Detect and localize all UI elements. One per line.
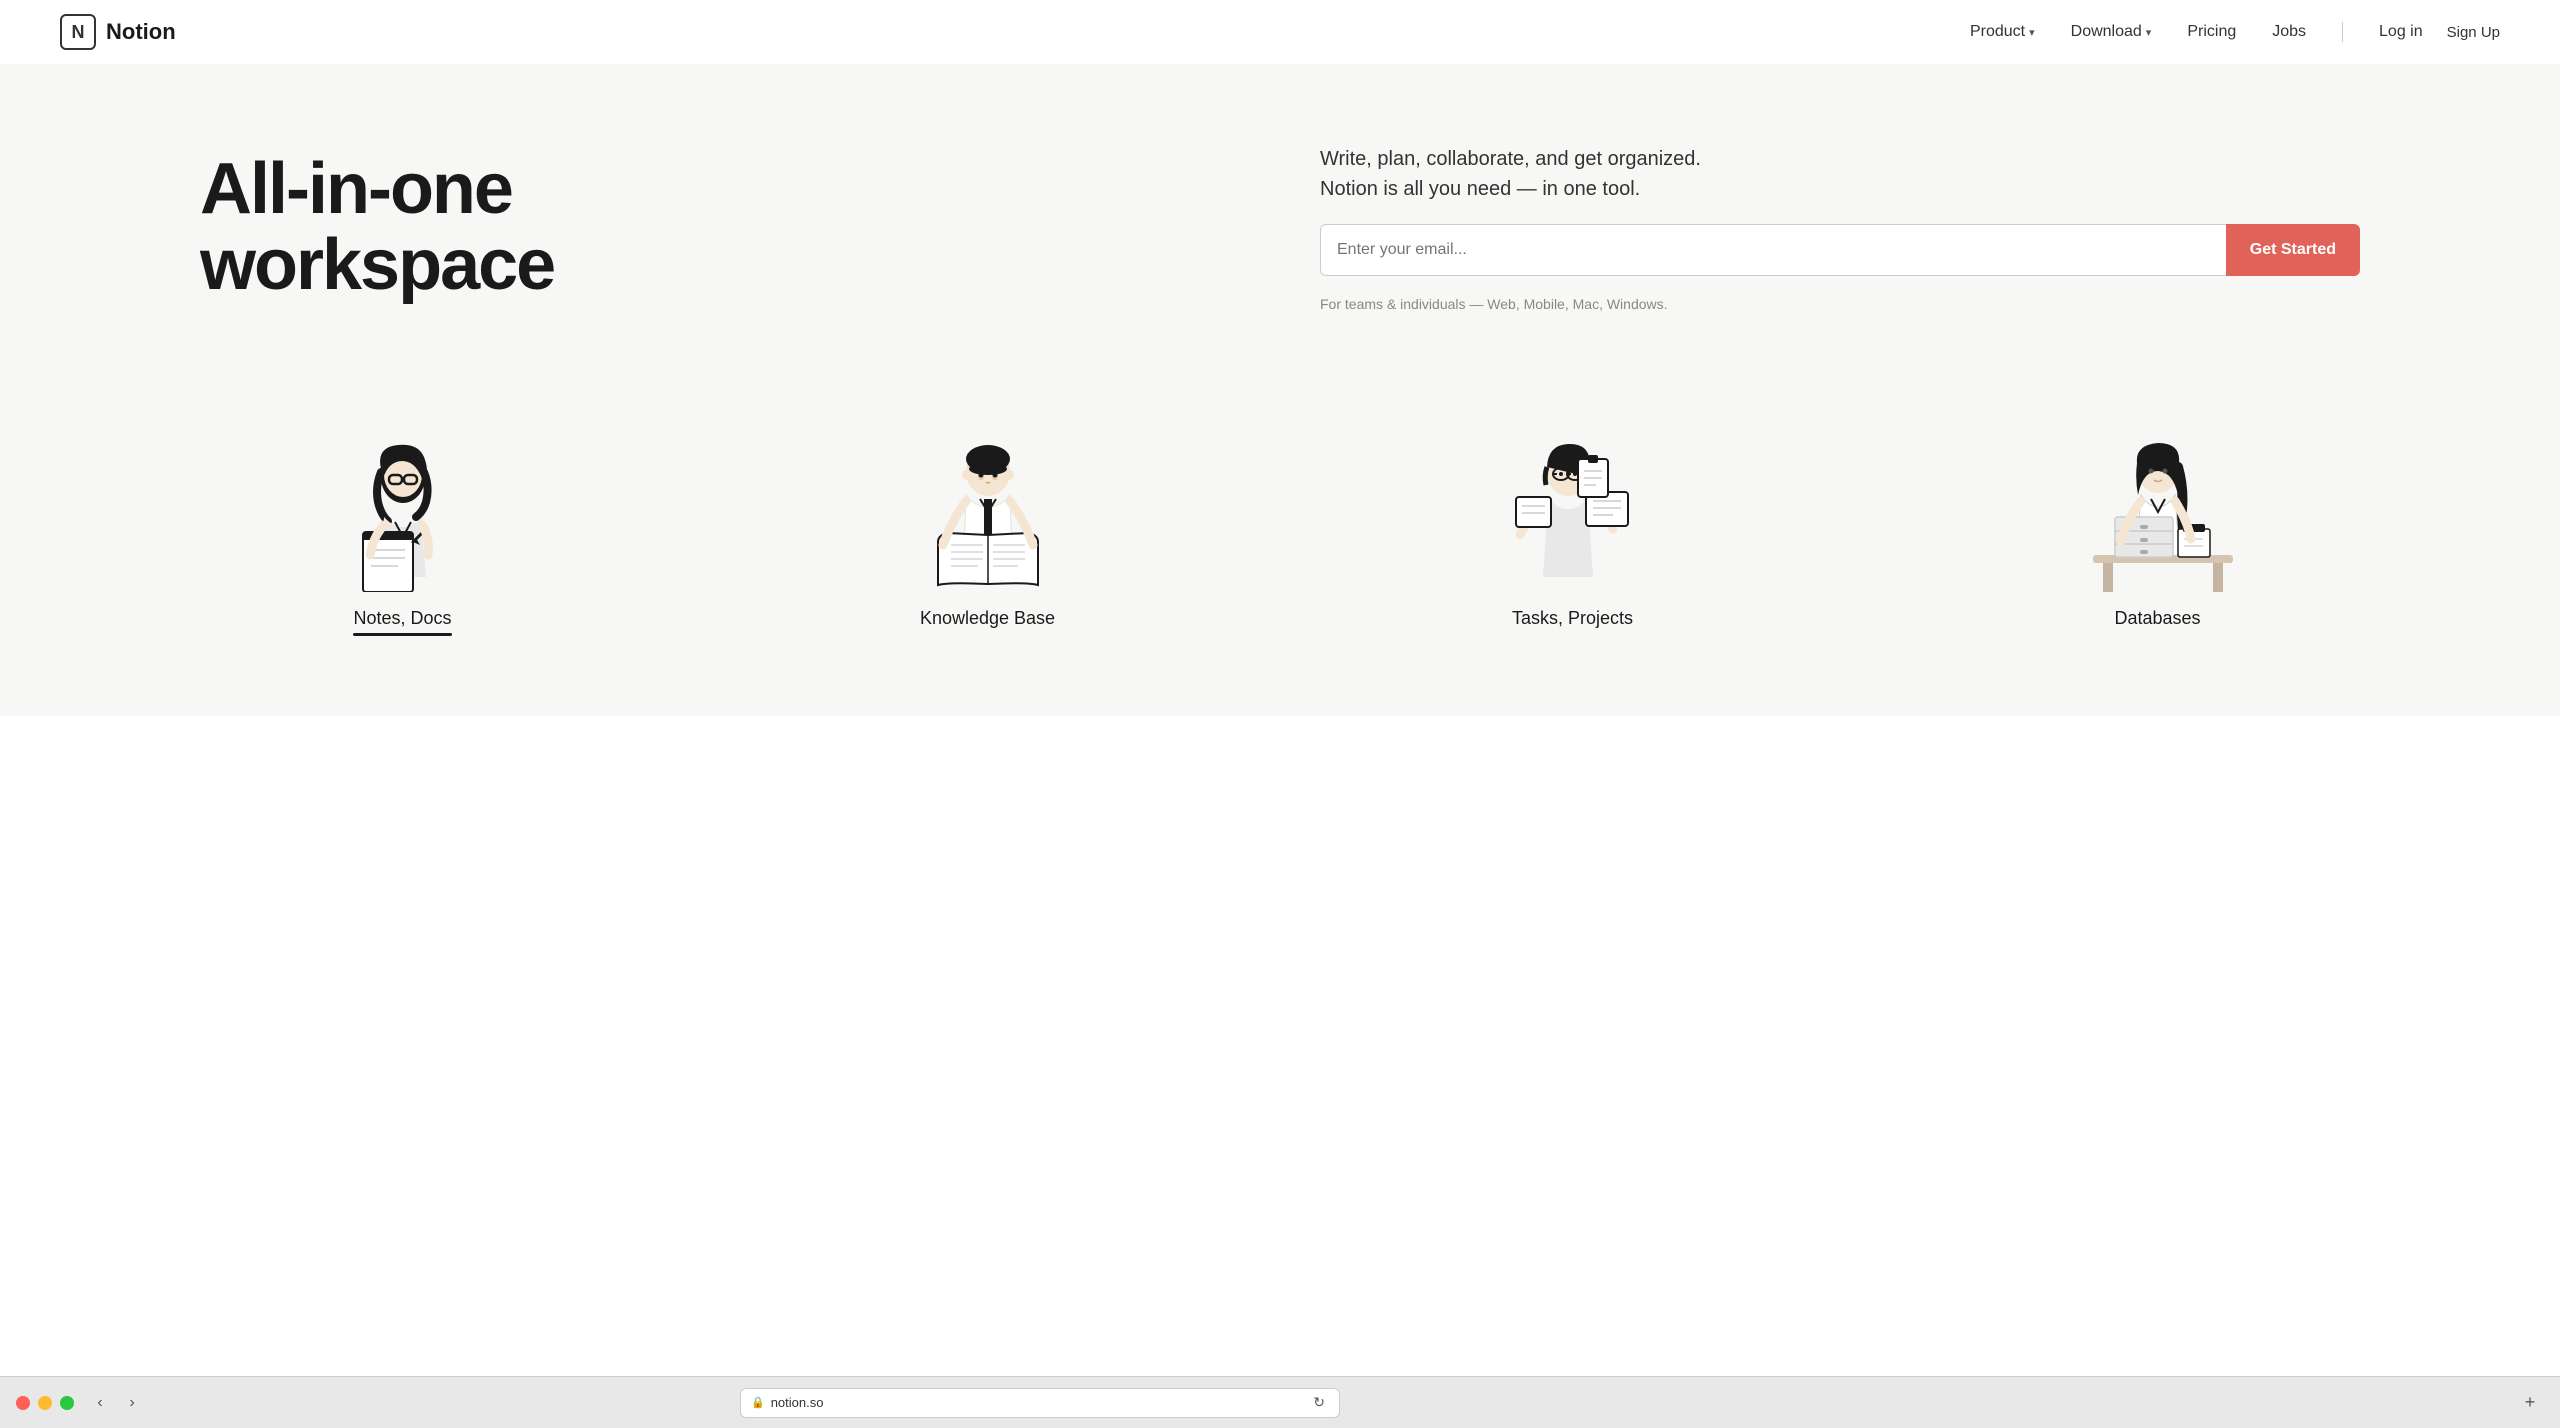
nav-jobs[interactable]: Jobs [2272, 23, 2306, 41]
lock-icon: 🔒 [751, 1396, 765, 1409]
close-traffic-light[interactable] [16, 1396, 30, 1410]
forward-button[interactable]: › [118, 1389, 146, 1417]
login-link[interactable]: Log in [2379, 23, 2423, 41]
notes-docs-label: Notes, Docs [353, 608, 451, 629]
hero-title: All-in-one workspace [200, 152, 1240, 303]
feature-knowledge-base[interactable]: Knowledge Base [863, 412, 1113, 636]
notion-logo-icon: N [60, 14, 96, 50]
url-text: notion.so [771, 1395, 824, 1410]
maximize-traffic-light[interactable] [60, 1396, 74, 1410]
brand-name: Notion [106, 19, 176, 45]
feature-notes-docs[interactable]: Notes, Docs [278, 412, 528, 636]
address-bar[interactable]: 🔒 notion.so ↻ [740, 1388, 1340, 1418]
hero-sub-text: For teams & individuals — Web, Mobile, M… [1320, 296, 2360, 312]
databases-label: Databases [2114, 608, 2200, 629]
email-input[interactable] [1320, 224, 2226, 276]
notes-docs-illustration [303, 412, 503, 592]
navbar: N Notion Product ▾ Download ▾ Pricing Jo… [0, 0, 2560, 64]
feature-databases[interactable]: Databases [2033, 412, 2283, 636]
browser-nav-buttons: ‹ › [86, 1389, 146, 1417]
nav-download[interactable]: Download ▾ [2071, 23, 2152, 41]
knowledge-base-svg [893, 417, 1083, 592]
features-section: Notes, Docs [0, 372, 2560, 716]
features-grid: Notes, Docs [120, 412, 2440, 636]
nav-logo[interactable]: N Notion [60, 14, 176, 50]
back-button[interactable]: ‹ [86, 1389, 114, 1417]
hero-section: All-in-one workspace Write, plan, collab… [0, 64, 2560, 372]
databases-svg [2063, 417, 2253, 592]
email-row: Get Started [1320, 224, 2360, 276]
refresh-button[interactable]: ↻ [1309, 1394, 1329, 1411]
notes-docs-label-wrap: Notes, Docs [353, 608, 451, 636]
databases-label-wrap: Databases [2114, 608, 2200, 629]
hero-tagline: Write, plan, collaborate, and get organi… [1320, 144, 2360, 204]
nav-product[interactable]: Product ▾ [1970, 23, 2035, 41]
notes-docs-underline [353, 633, 451, 636]
tasks-projects-illustration [1473, 412, 1673, 592]
knowledge-base-label-wrap: Knowledge Base [920, 608, 1055, 629]
hero-right: Write, plan, collaborate, and get organi… [1320, 144, 2360, 312]
tasks-projects-svg [1478, 417, 1668, 592]
nav-pricing[interactable]: Pricing [2187, 23, 2236, 41]
databases-illustration [2058, 412, 2258, 592]
tasks-projects-label: Tasks, Projects [1512, 608, 1633, 629]
get-started-button[interactable]: Get Started [2226, 224, 2360, 276]
nav-auth: Log in Sign Up [2379, 23, 2500, 41]
product-chevron-icon: ▾ [2029, 26, 2035, 39]
nav-divider [2342, 22, 2343, 42]
traffic-lights [16, 1396, 74, 1410]
nav-links: Product ▾ Download ▾ Pricing Jobs Log in… [1970, 22, 2500, 42]
new-tab-button[interactable]: + [2516, 1389, 2544, 1417]
knowledge-base-label: Knowledge Base [920, 608, 1055, 629]
feature-tasks-projects[interactable]: Tasks, Projects [1448, 412, 1698, 636]
tasks-projects-label-wrap: Tasks, Projects [1512, 608, 1633, 629]
signup-button[interactable]: Sign Up [2447, 24, 2500, 41]
page: N Notion Product ▾ Download ▾ Pricing Jo… [0, 0, 2560, 1376]
knowledge-base-illustration [888, 412, 1088, 592]
notes-docs-svg [308, 417, 498, 592]
browser-chrome: ‹ › 🔒 notion.so ↻ + [0, 1376, 2560, 1428]
minimize-traffic-light[interactable] [38, 1396, 52, 1410]
download-chevron-icon: ▾ [2146, 26, 2152, 39]
